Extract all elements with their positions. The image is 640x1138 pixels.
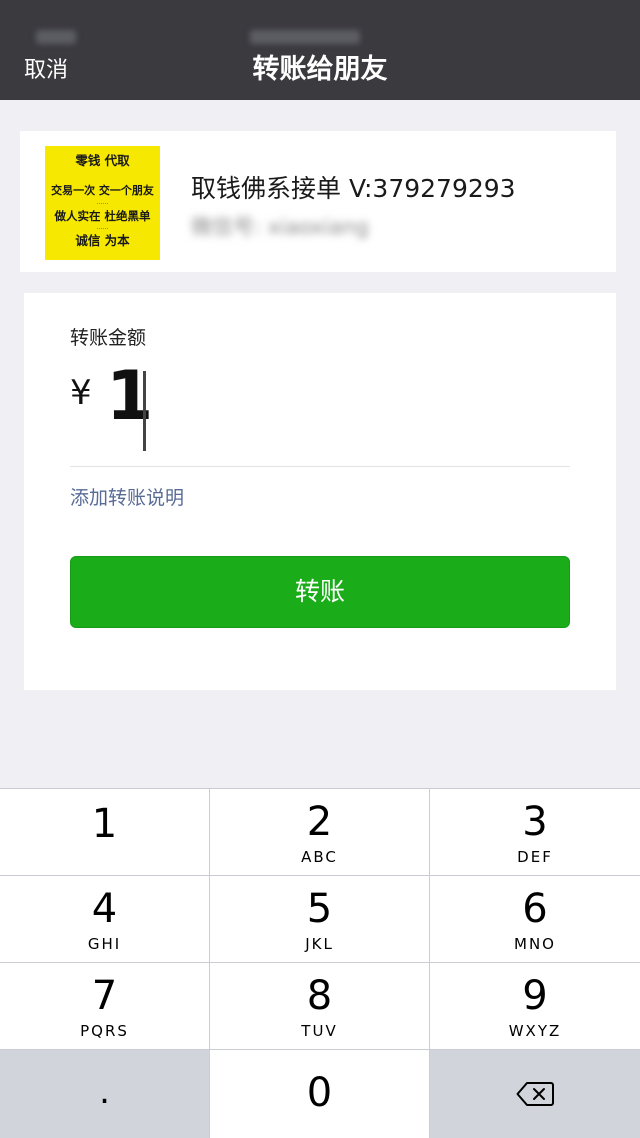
key-letters: PQRS — [80, 1022, 129, 1040]
amount-label: 转账金额 — [70, 327, 147, 349]
key-5[interactable]: 5 JKL — [210, 876, 429, 962]
key-letters: WXYZ — [508, 1022, 562, 1040]
key-letters: JKL — [305, 935, 334, 953]
key-digit: 0 — [306, 1070, 333, 1116]
key-digit: 5 — [306, 886, 333, 932]
key-3[interactable]: 3 DEF — [430, 789, 640, 875]
key-digit: 3 — [522, 799, 548, 845]
numeric-keypad: 1 2 ABC 3 DEF 4 GHI 5 JKL 6 MNO 7 PQRS 8… — [0, 788, 640, 1138]
key-1[interactable]: 1 — [0, 789, 209, 875]
status-bar-blur — [36, 30, 76, 44]
key-digit: 4 — [91, 886, 118, 932]
key-letters: ABC — [301, 848, 338, 866]
avatar-line-1: 零钱 代取 — [75, 153, 130, 168]
navigation-bar: 取消 转账给朋友 — [0, 0, 640, 100]
transfer-button[interactable]: 转账 — [70, 556, 570, 628]
key-letters: TUV — [301, 1022, 338, 1040]
avatar-small-text: …… — [96, 224, 109, 231]
key-2[interactable]: 2 ABC — [210, 789, 429, 875]
key-0[interactable]: 0 — [210, 1050, 429, 1138]
amount-input[interactable]: 1 — [106, 357, 153, 437]
key-digit: 9 — [522, 973, 548, 1019]
divider — [70, 466, 570, 467]
transfer-form: 转账金额 ¥ 1 添加转账说明 转账 — [24, 293, 616, 690]
key-digit: 6 — [522, 886, 548, 932]
text-cursor — [143, 371, 146, 451]
key-9[interactable]: 9 WXYZ — [430, 963, 640, 1049]
key-digit: 8 — [306, 973, 333, 1019]
avatar-line-3: 做人实在 杜绝黑单 — [54, 209, 151, 223]
page-title: 转账给朋友 — [252, 54, 388, 85]
key-digit: 7 — [91, 973, 118, 1019]
avatar-line-2: 交易一次 交一个朋友 — [51, 184, 154, 197]
key-digit: 1 — [91, 801, 118, 847]
recipient-name: 取钱佛系接单 V:379279293 — [191, 174, 516, 203]
backspace-icon — [516, 1082, 554, 1106]
backspace-key[interactable] — [430, 1050, 640, 1138]
key-letters: GHI — [87, 935, 122, 953]
key-digit: 2 — [306, 799, 333, 845]
status-bar-blur — [250, 30, 360, 44]
key-letters: DEF — [517, 848, 553, 866]
avatar-small-text: …… — [96, 199, 109, 206]
add-note-link[interactable]: 添加转账说明 — [70, 483, 184, 510]
key-6[interactable]: 6 MNO — [430, 876, 640, 962]
key-letters: MNO — [514, 935, 556, 953]
recipient-card: 零钱 代取 交易一次 交一个朋友 …… 做人实在 杜绝黑单 …… 诚信 为本 取… — [20, 131, 616, 272]
key-8[interactable]: 8 TUV — [210, 963, 429, 1049]
currency-symbol: ¥ — [70, 373, 92, 413]
recipient-account: 微信号: xiaoxiang — [191, 215, 369, 239]
avatar-line-4: 诚信 为本 — [75, 233, 130, 248]
key-dot[interactable]: . — [0, 1050, 209, 1138]
key-4[interactable]: 4 GHI — [0, 876, 209, 962]
key-dot-label: . — [99, 1072, 110, 1112]
avatar: 零钱 代取 交易一次 交一个朋友 …… 做人实在 杜绝黑单 …… 诚信 为本 — [45, 146, 160, 260]
key-7[interactable]: 7 PQRS — [0, 963, 209, 1049]
